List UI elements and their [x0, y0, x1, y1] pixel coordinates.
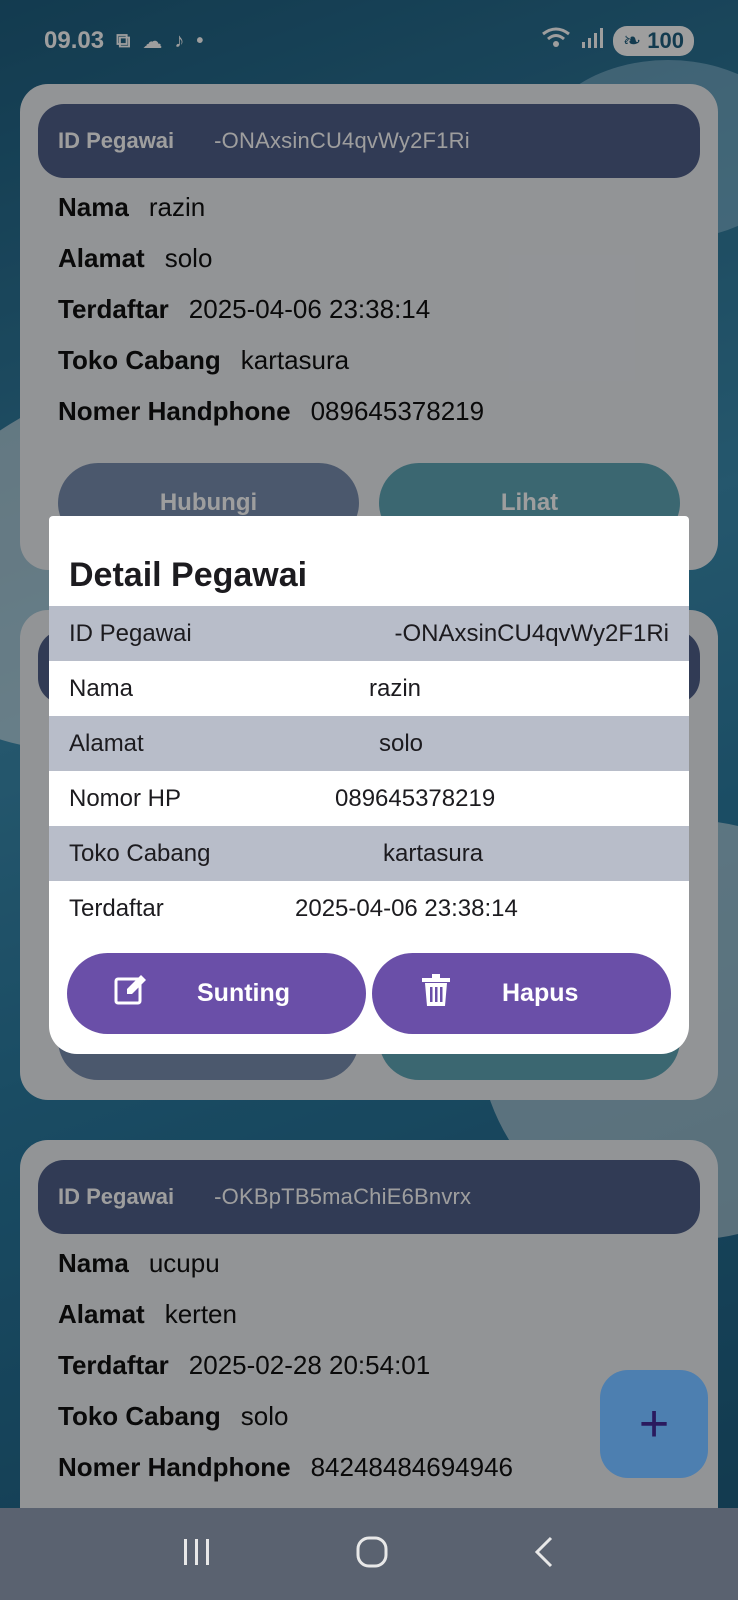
plus-icon: +	[638, 1395, 670, 1453]
delete-button[interactable]: Hapus	[372, 953, 671, 1034]
detail-row-phone: Nomor HP 089645378219	[69, 784, 496, 812]
detail-row-registered: Terdaftar 2025-04-06 23:38:14	[69, 894, 518, 922]
back-icon[interactable]	[531, 1535, 557, 1574]
dialog-title: Detail Pegawai	[69, 556, 308, 594]
add-employee-button[interactable]: +	[600, 1370, 708, 1478]
employee-detail-dialog: Detail Pegawai ID Pegawai -ONAxsinCU4qvW…	[49, 516, 689, 1054]
detail-row-branch: Toko Cabang kartasura	[49, 826, 689, 881]
navigation-bar	[0, 1508, 738, 1600]
edit-icon	[113, 972, 149, 1015]
recent-apps-icon[interactable]	[181, 1537, 213, 1572]
home-icon[interactable]	[355, 1535, 389, 1574]
edit-button[interactable]: Sunting	[67, 953, 366, 1034]
detail-row-address: Alamat solo	[49, 716, 689, 771]
detail-row-name: Nama razin	[69, 674, 422, 702]
detail-row-id: ID Pegawai -ONAxsinCU4qvWy2F1Ri	[49, 606, 689, 661]
trash-icon	[418, 972, 454, 1015]
